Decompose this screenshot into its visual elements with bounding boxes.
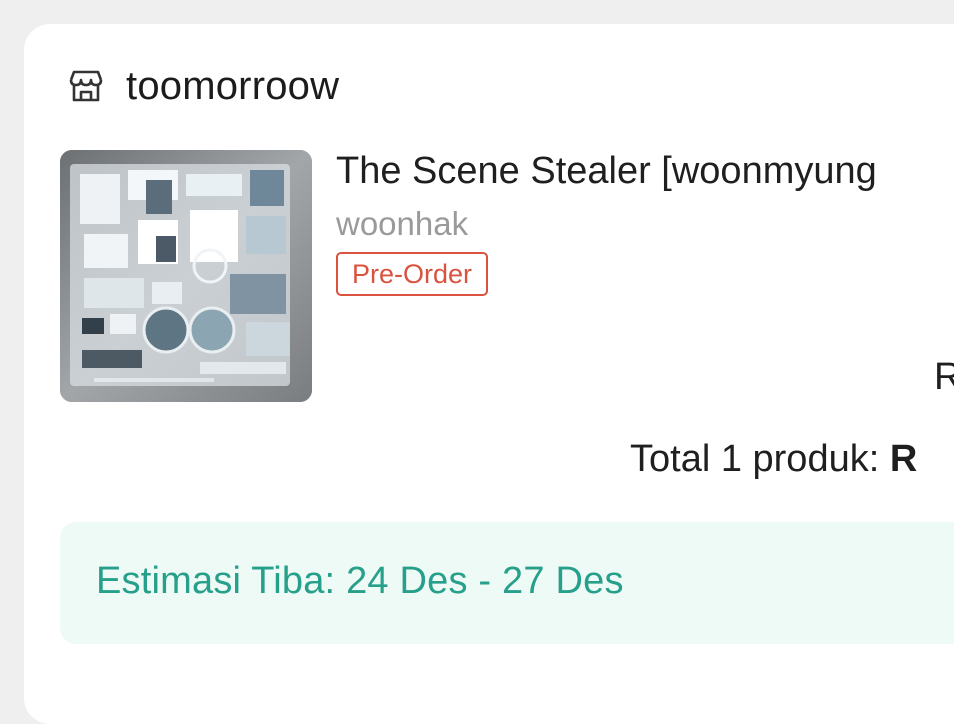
delivery-estimate-text: Estimasi Tiba: 24 Des - 27 Des	[96, 560, 624, 602]
preorder-badge: Pre-Order	[336, 252, 489, 296]
order-card: toomorroow The Scene Stealer [woonmyung …	[24, 24, 954, 724]
store-icon	[66, 66, 106, 106]
product-title[interactable]: The Scene Stealer [woonmyung	[336, 150, 877, 193]
order-total: Total 1 produk: R	[630, 438, 917, 481]
product-variant: woonhak	[336, 205, 469, 242]
total-value: R	[889, 438, 918, 480]
delivery-estimate-banner[interactable]: Estimasi Tiba: 24 Des - 27 Des	[60, 522, 954, 644]
shop-name[interactable]: toomorroow	[126, 64, 339, 109]
total-label: Total 1 produk:	[630, 438, 880, 480]
product-image[interactable]	[60, 150, 312, 402]
product-price: R	[934, 356, 954, 398]
shop-header[interactable]: toomorroow	[66, 64, 339, 108]
